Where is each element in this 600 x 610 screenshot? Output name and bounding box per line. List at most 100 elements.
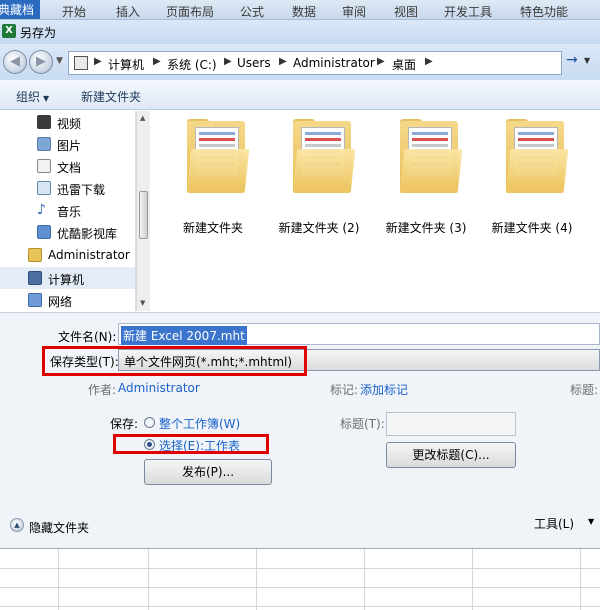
chevron-up-icon[interactable]: ▲ xyxy=(10,518,24,532)
breadcrumb-system-drive[interactable]: 系统 (C:) xyxy=(167,56,217,73)
ribbon-tab-page-layout[interactable]: 页面布局 xyxy=(166,3,214,19)
nav-item-label: 文档 xyxy=(57,161,82,175)
nav-item-label: 图片 xyxy=(57,139,82,153)
new-folder-button[interactable]: 新建文件夹 xyxy=(81,88,141,105)
save-options-panel: 文件名(N): 新建 Excel 2007.mht 保存类型(T): 单个文件网… xyxy=(0,312,600,548)
back-arrow-icon: ◀ xyxy=(10,54,20,69)
radio-entire-workbook-label[interactable]: 整个工作簿(W) xyxy=(159,415,240,432)
breadcrumb-computer[interactable]: 计算机 xyxy=(108,56,144,73)
nav-item-label: 优酷影视库 xyxy=(57,227,118,241)
nav-item-computer[interactable]: 计算机 xyxy=(0,267,135,289)
recent-locations-dropdown-icon[interactable]: ▼ xyxy=(56,56,63,66)
nav-item-label: 音乐 xyxy=(57,205,82,219)
nav-item-music[interactable]: ♪ 音乐 xyxy=(0,199,135,221)
breadcrumb-desktop[interactable]: 桌面 xyxy=(392,56,416,73)
nav-item-label: 网络 xyxy=(48,295,73,309)
filename-input[interactable]: 新建 Excel 2007.mht xyxy=(118,323,600,345)
ribbon-tab-view[interactable]: 视图 xyxy=(394,3,418,19)
nav-item-youku-library[interactable]: 优酷影视库 xyxy=(0,221,135,243)
folder-item[interactable]: 新建文件夹 (3) xyxy=(378,119,474,237)
nav-item-documents[interactable]: 文档 xyxy=(0,155,135,177)
radio-entire-workbook[interactable] xyxy=(144,417,155,428)
organize-label: 组织 xyxy=(16,90,41,104)
add-tags-link[interactable]: 添加标记 xyxy=(360,381,408,398)
excel-ribbon-tabs: 典藏档 开始 插入 页面布局 公式 数据 审阅 视图 开发工具 特色功能 xyxy=(0,0,600,20)
breadcrumb-administrator[interactable]: Administrator xyxy=(293,56,375,70)
chevron-right-icon[interactable]: ▶ xyxy=(94,56,102,67)
scroll-down-icon[interactable]: ▼ xyxy=(140,299,145,307)
dialog-title: 另存为 xyxy=(20,26,57,40)
folder-item[interactable]: 新建文件夹 (2) xyxy=(271,119,367,237)
nav-item-label: 迅雷下载 xyxy=(57,183,106,197)
highlight-box-save-type xyxy=(42,346,307,376)
computer-location-icon xyxy=(74,56,88,70)
nav-item-thunder-downloads[interactable]: 迅雷下载 xyxy=(0,177,135,199)
video-icon xyxy=(37,115,51,129)
folder-label: 新建文件夹 xyxy=(182,221,243,235)
chevron-right-icon[interactable]: ▶ xyxy=(377,56,385,67)
navigation-pane: 视频 图片 文档 迅雷下载 ♪ 音乐 优酷影视库 Administrator 计… xyxy=(0,111,136,311)
download-icon xyxy=(37,181,51,195)
chevron-right-icon[interactable]: ▶ xyxy=(153,56,161,67)
ribbon-tab-review[interactable]: 审阅 xyxy=(342,3,366,19)
excel-grid-background xyxy=(0,548,600,610)
folder-label: 新建文件夹 (4) xyxy=(491,221,573,235)
hide-folders-button[interactable]: 隐藏文件夹 xyxy=(29,519,89,536)
nav-item-videos[interactable]: 视频 xyxy=(0,111,135,133)
scroll-thumb[interactable] xyxy=(139,191,148,239)
nav-item-administrator[interactable]: Administrator xyxy=(0,244,135,266)
chevron-down-icon[interactable]: ▼ xyxy=(584,56,590,65)
address-breadcrumb[interactable]: ▶ 计算机 ▶ 系统 (C:) ▶ Users ▶ Administrator … xyxy=(68,51,562,75)
dialog-toolbar: 组织 ▼ 新建文件夹 xyxy=(0,80,600,110)
chevron-down-icon: ▼ xyxy=(43,94,50,103)
ribbon-tab-active[interactable]: 典藏档 xyxy=(0,0,41,19)
address-bar-row: ◀ ▶ ▼ ▶ 计算机 ▶ 系统 (C:) ▶ Users ▶ Administ… xyxy=(0,44,600,80)
forward-arrow-icon: ▶ xyxy=(36,54,46,69)
chevron-right-icon[interactable]: ▶ xyxy=(224,56,232,67)
nav-item-label: 视频 xyxy=(57,117,82,131)
tags-label: 标记: xyxy=(330,383,359,397)
nav-item-label: Administrator xyxy=(48,248,130,262)
refresh-arrow-icon[interactable]: → xyxy=(566,52,578,68)
author-label: 作者: xyxy=(88,383,117,397)
title-meta-label: 标题: xyxy=(570,383,599,397)
ribbon-tab-developer[interactable]: 开发工具 xyxy=(444,3,492,19)
highlight-box-selection xyxy=(113,434,269,454)
user-folder-icon xyxy=(28,248,42,262)
nav-item-label: 计算机 xyxy=(48,273,85,287)
tools-button[interactable]: 工具(L) xyxy=(534,515,574,532)
dialog-titlebar[interactable]: X 另存为 xyxy=(0,20,600,44)
back-button[interactable]: ◀ xyxy=(3,50,27,74)
organize-button[interactable]: 组织 ▼ xyxy=(16,88,49,105)
ribbon-tab-special[interactable]: 特色功能 xyxy=(520,3,568,19)
title-field-label: 标题(T): xyxy=(340,417,385,431)
folder-item[interactable]: 新建文件夹 (4) xyxy=(484,119,580,237)
nav-item-network[interactable]: 网络 xyxy=(0,289,135,311)
title-input[interactable] xyxy=(386,412,516,436)
chevron-right-icon[interactable]: ▶ xyxy=(279,56,287,67)
publish-button[interactable]: 发布(P)... xyxy=(144,459,272,485)
filename-value: 新建 Excel 2007.mht xyxy=(121,326,247,345)
folder-label: 新建文件夹 (2) xyxy=(278,221,360,235)
library-icon xyxy=(37,225,51,239)
author-value[interactable]: Administrator xyxy=(118,381,200,395)
folder-label: 新建文件夹 (3) xyxy=(385,221,467,235)
scroll-up-icon[interactable]: ▲ xyxy=(140,114,145,122)
ribbon-tab-home[interactable]: 开始 xyxy=(62,3,86,19)
picture-icon xyxy=(37,137,51,151)
ribbon-tab-insert[interactable]: 插入 xyxy=(116,3,140,19)
music-icon: ♪ xyxy=(37,202,46,218)
forward-button[interactable]: ▶ xyxy=(29,50,53,74)
computer-icon xyxy=(28,271,42,285)
breadcrumb-users[interactable]: Users xyxy=(237,56,271,70)
navigation-scrollbar[interactable]: ▲ ▼ xyxy=(136,111,150,311)
ribbon-tab-formulas[interactable]: 公式 xyxy=(240,3,264,19)
ribbon-tab-data[interactable]: 数据 xyxy=(292,3,316,19)
save-scope-label: 保存: xyxy=(110,417,139,431)
chevron-down-icon[interactable]: ▼ xyxy=(588,517,594,526)
nav-item-pictures[interactable]: 图片 xyxy=(0,133,135,155)
folder-item[interactable]: 新建文件夹 xyxy=(165,119,261,237)
chevron-right-icon[interactable]: ▶ xyxy=(425,56,433,67)
change-title-button[interactable]: 更改标题(C)... xyxy=(386,442,516,468)
network-icon xyxy=(28,293,42,307)
